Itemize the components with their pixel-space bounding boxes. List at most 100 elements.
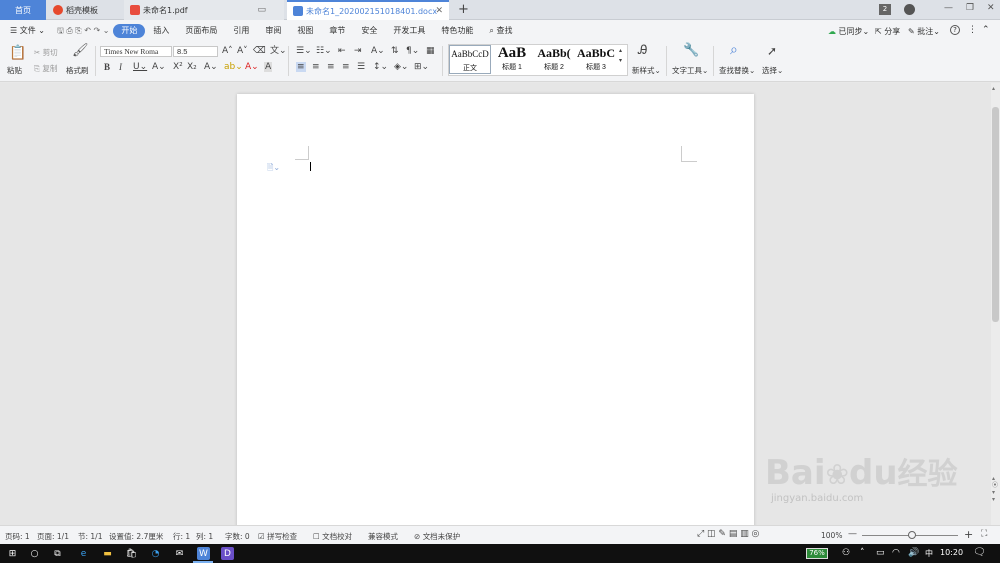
- wrench-icon[interactable]: 🔧: [683, 44, 699, 57]
- collapse-ribbon-icon[interactable]: ⌃: [982, 25, 990, 35]
- text-tools-button[interactable]: 文字工具⌄: [672, 65, 708, 76]
- store-icon[interactable]: 🛍: [125, 547, 138, 560]
- zoom-in-icon[interactable]: +: [964, 528, 973, 541]
- menu-insert[interactable]: 插入: [145, 24, 177, 38]
- menu-references[interactable]: 引用: [225, 24, 257, 38]
- fit-window-icon[interactable]: ⛶: [981, 529, 987, 539]
- more-icon[interactable]: ⋮: [968, 25, 977, 35]
- ime-indicator[interactable]: 中: [925, 548, 933, 559]
- style-normal[interactable]: AaBbCcD 正文: [449, 45, 491, 74]
- new-style-button[interactable]: 新样式⌄: [632, 65, 661, 76]
- menu-chapter[interactable]: 章节: [321, 24, 353, 38]
- text-effect-icon[interactable]: A⌄: [204, 62, 218, 72]
- proofread-button[interactable]: ☐ 文档校对: [313, 531, 352, 542]
- style-heading-1[interactable]: AaB 标题 1: [491, 45, 533, 74]
- distribute-icon[interactable]: ☰: [357, 62, 365, 72]
- italic-icon[interactable]: I: [119, 62, 122, 72]
- clock[interactable]: 10:20: [940, 548, 963, 557]
- wps-writer-taskbar-icon[interactable]: W: [197, 547, 210, 560]
- status-page[interactable]: 页面: 1/1: [37, 531, 69, 542]
- status-setting[interactable]: 设置值: 2.7厘米: [109, 531, 163, 542]
- cortana-icon[interactable]: ○: [28, 547, 41, 560]
- tab-docx[interactable]: 未命名1_202002151018401.docx ✕: [287, 0, 449, 20]
- share-button[interactable]: ⇱ 分享: [875, 26, 900, 37]
- restore-button[interactable]: ❐: [966, 3, 974, 13]
- tab-docer-templates[interactable]: 稻壳模板: [47, 0, 123, 20]
- border-icon[interactable]: ▦: [426, 46, 435, 56]
- bold-icon[interactable]: B: [104, 62, 110, 72]
- style-scroll-icon[interactable]: ▴ ▾: [619, 46, 622, 66]
- style-heading-2[interactable]: AaBb(标题 2: [533, 45, 575, 74]
- minimize-button[interactable]: —: [944, 3, 953, 13]
- scrollbar-thumb[interactable]: [992, 107, 999, 322]
- battery-indicator[interactable]: 76%: [806, 548, 828, 559]
- copy-button[interactable]: ⎘ 复制: [34, 63, 57, 74]
- page-nav-icons[interactable]: ▴ ⦿ ▾ ▾: [992, 475, 998, 503]
- outdent-icon[interactable]: ⇤: [338, 46, 346, 56]
- justify-icon[interactable]: ≡: [342, 62, 350, 72]
- font-grow-icon[interactable]: A˄: [222, 46, 233, 56]
- status-section[interactable]: 节: 1/1: [78, 531, 102, 542]
- help-button[interactable]: ?: [950, 25, 960, 35]
- font-shrink-icon[interactable]: A˅: [237, 46, 248, 56]
- edge-icon[interactable]: e: [77, 547, 90, 560]
- font-color-icon[interactable]: A⌄: [245, 62, 259, 72]
- cursor-icon[interactable]: ➚: [767, 45, 777, 57]
- align-center-icon[interactable]: ≡: [312, 62, 320, 72]
- document-page[interactable]: 🗎⌄: [237, 94, 754, 534]
- tab-home[interactable]: 首页: [0, 0, 46, 20]
- pinyin-icon[interactable]: 文⌄: [270, 46, 287, 56]
- subscript-icon[interactable]: X₂: [187, 62, 197, 72]
- app-d-icon[interactable]: D: [221, 547, 234, 560]
- select-button[interactable]: 选择⌄: [762, 65, 783, 76]
- chinese-layout-icon[interactable]: A⌄: [371, 46, 385, 56]
- people-icon[interactable]: ⚇: [842, 548, 850, 558]
- windows-start-icon[interactable]: ⊞: [6, 547, 19, 560]
- borders-icon[interactable]: ⊞⌄: [414, 62, 429, 72]
- search-menu[interactable]: ⌕ 查找: [481, 24, 520, 38]
- menu-developer[interactable]: 开发工具: [385, 24, 433, 38]
- view-mode-icons[interactable]: ⤢ ◫ ✎ ▤ ▥ ◎: [697, 529, 759, 539]
- file-explorer-icon[interactable]: ▬: [101, 547, 114, 560]
- sort-icon[interactable]: ⇅: [391, 46, 399, 56]
- find-replace-button[interactable]: 查找替换⌄: [719, 65, 755, 76]
- bullet-list-icon[interactable]: ☰⌄: [296, 46, 312, 56]
- font-name-select[interactable]: Times New Roma: [100, 46, 172, 57]
- vertical-scrollbar[interactable]: ▴ ▴ ⦿ ▾ ▾: [991, 83, 1000, 525]
- network-tray-icon[interactable]: ▭: [876, 548, 885, 558]
- format-painter-button[interactable]: 格式刷: [66, 65, 89, 76]
- menu-view[interactable]: 视图: [289, 24, 321, 38]
- wifi-icon[interactable]: ◠: [892, 548, 900, 558]
- line-spacing-icon[interactable]: ↕⌄: [373, 62, 388, 72]
- show-marks-icon[interactable]: ¶⌄: [406, 46, 419, 56]
- close-window-button[interactable]: ✕: [987, 3, 995, 13]
- zoom-slider-thumb[interactable]: [908, 531, 916, 539]
- new-style-icon[interactable]: Ꭿ: [638, 44, 647, 57]
- style-heading-3[interactable]: AaBbC 标题 3: [575, 45, 617, 74]
- protect-button[interactable]: ⊘ 文档未保护: [414, 531, 460, 542]
- close-tab-icon[interactable]: ✕: [435, 6, 443, 16]
- clock-app-icon[interactable]: ◔: [149, 547, 162, 560]
- zoom-out-icon[interactable]: —: [848, 529, 857, 539]
- format-painter-icon[interactable]: 🖌: [72, 44, 89, 57]
- sync-button[interactable]: ☁ 已同步⌄: [828, 26, 869, 37]
- clear-format-icon[interactable]: ⌫: [253, 46, 266, 56]
- new-tab-button[interactable]: +: [458, 2, 469, 17]
- mail-icon[interactable]: ✉: [173, 547, 186, 560]
- paragraph-layout-icon[interactable]: 🗎⌄: [267, 162, 280, 176]
- underline-icon[interactable]: U⌄: [133, 62, 147, 72]
- tab-pdf[interactable]: 未命名1.pdf ▭: [124, 0, 284, 20]
- quick-access-toolbar[interactable]: 🖫 ⎙ ⎘ ↶ ↷ ⌄: [53, 24, 113, 38]
- numbered-list-icon[interactable]: ☷⌄: [316, 46, 332, 56]
- highlight-icon[interactable]: ab⌄: [224, 62, 243, 72]
- menu-features[interactable]: 特色功能: [433, 24, 481, 38]
- scroll-up-icon[interactable]: ▴: [992, 85, 995, 92]
- spell-check-button[interactable]: ☑ 拼写检查: [258, 531, 297, 542]
- char-shading-icon[interactable]: A: [264, 62, 273, 72]
- paste-icon[interactable]: 📋: [9, 46, 26, 60]
- indent-icon[interactable]: ⇥: [354, 46, 362, 56]
- task-view-icon[interactable]: ⧉: [51, 547, 64, 560]
- menu-layout[interactable]: 页面布局: [177, 24, 225, 38]
- volume-icon[interactable]: 🔊: [908, 548, 919, 558]
- avatar[interactable]: [904, 4, 915, 15]
